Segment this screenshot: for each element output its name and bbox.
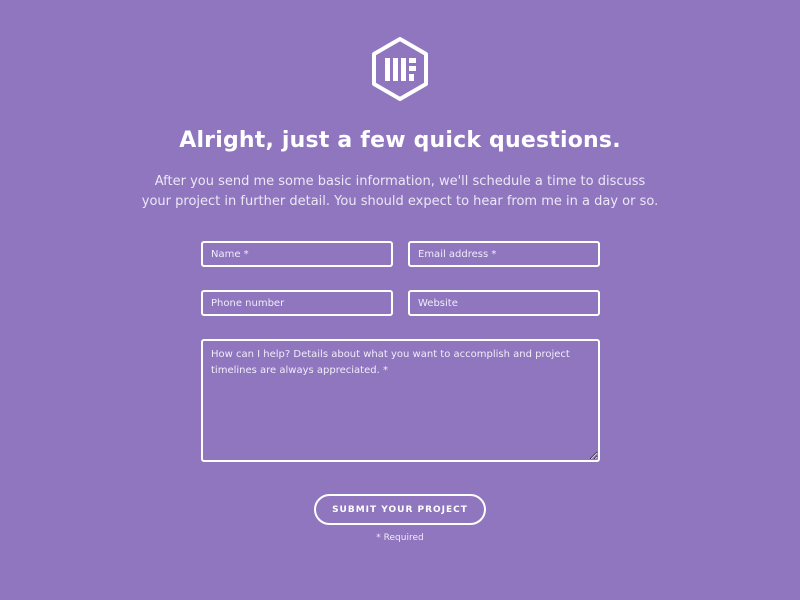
- name-input[interactable]: [201, 241, 393, 267]
- email-input[interactable]: [408, 241, 600, 267]
- intro-text: After you send me some basic information…: [141, 174, 659, 209]
- page-title: Alright, just a few quick questions.: [179, 128, 621, 153]
- submit-project-button[interactable]: SUBMIT YOUR PROJECT: [314, 494, 486, 525]
- phone-input[interactable]: [201, 290, 393, 316]
- message-textarea[interactable]: [201, 339, 600, 462]
- website-input[interactable]: [408, 290, 600, 316]
- hexagon-monogram-logo-icon: [370, 36, 430, 102]
- required-note: * Required: [376, 533, 424, 543]
